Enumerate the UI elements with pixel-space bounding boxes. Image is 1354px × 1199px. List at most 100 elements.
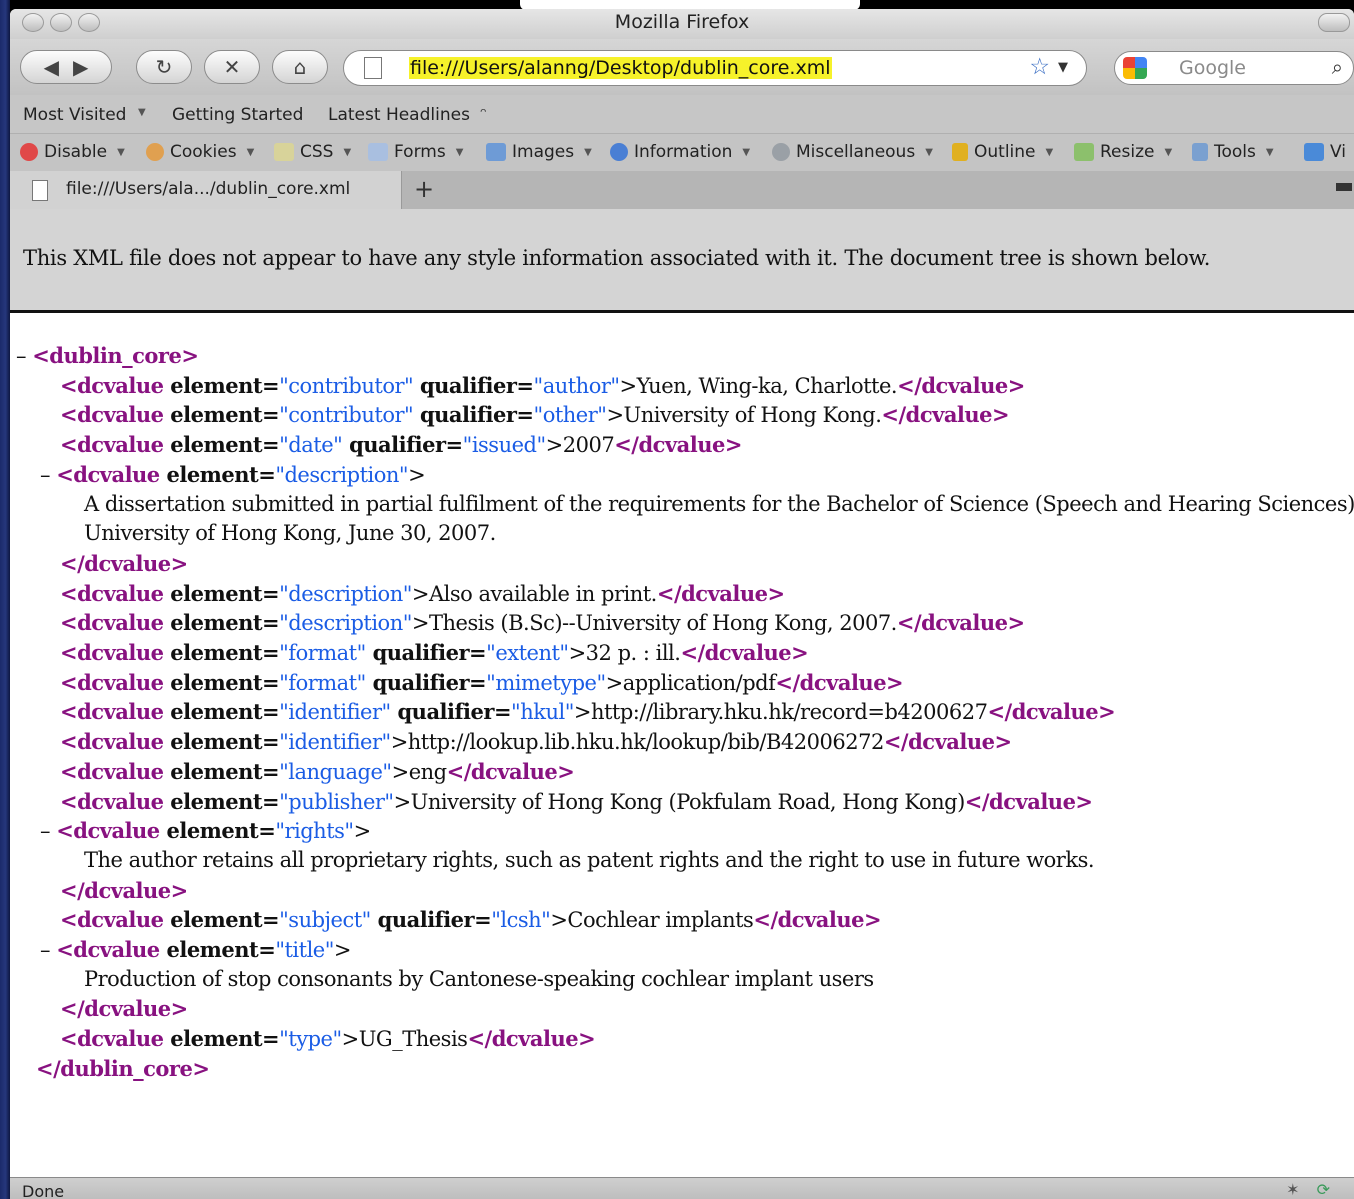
wd-cookies[interactable]: Cookies ▼ (146, 142, 254, 162)
xml-attr-value: "mimetype" (486, 670, 606, 695)
xml-attr-value: "contributor" (279, 373, 414, 398)
wd-forms[interactable]: Forms ▼ (368, 142, 463, 162)
wd-outline[interactable]: Outline ▼ (952, 142, 1053, 162)
wd-disable[interactable]: Disable ▼ (20, 142, 125, 162)
zoom-window-button[interactable] (78, 13, 100, 32)
xml-tag: <dcvalue (56, 818, 160, 844)
xml-attr-name: element= (163, 432, 280, 458)
xml-text: > (408, 462, 426, 487)
bookmark-latest-headlines[interactable]: Latest Headlines (328, 105, 470, 125)
wd-cookies-label: Cookies (170, 142, 237, 162)
xml-tag: </dcvalue> (60, 550, 188, 576)
xml-element-line: <dcvalue element="format" qualifier="mim… (60, 669, 904, 695)
minimize-window-button[interactable] (50, 13, 72, 32)
xml-text: >application/pdf (605, 670, 776, 695)
chevron-down-icon: ▼ (1265, 146, 1274, 158)
bookmark-getting-started[interactable]: Getting Started (172, 105, 303, 125)
xml-tag: </dcvalue> (467, 1026, 596, 1052)
xml-text-line: A dissertation submitted in partial fulf… (84, 492, 1354, 516)
xml-tag: <dublin_core> (32, 343, 199, 368)
xml-text-line: University of Hong Kong, June 30, 2007. (84, 521, 496, 545)
wd-resize[interactable]: Resize ▼ (1074, 142, 1172, 162)
xml-attr-value: "type" (279, 1027, 342, 1052)
xml-attr-name: qualifier= (365, 669, 487, 695)
wd-css[interactable]: CSS ▼ (274, 142, 351, 162)
xml-text: >University of Hong Kong (Pokfulam Road,… (393, 789, 966, 814)
xml-tag: <dcvalue (60, 640, 164, 665)
xml-attr-name: qualifier= (342, 432, 463, 458)
search-input[interactable]: Google (1179, 57, 1246, 79)
xml-root-close: </dublin_core> (36, 1056, 210, 1081)
sync-icon[interactable]: ⟳ (1317, 1180, 1330, 1199)
xml-attr-value: "issued" (462, 433, 546, 458)
xml-tag: </dcvalue> (60, 877, 188, 903)
tab-dublin-core[interactable]: file:///Users/ala.../dublin_core.xml (10, 171, 402, 209)
collapse-toggle[interactable]: – (40, 938, 56, 962)
resize-icon (1074, 143, 1094, 161)
google-icon[interactable] (1123, 57, 1147, 79)
xml-tag: </dcvalue> (883, 729, 1012, 755)
xml-text: > (333, 938, 352, 962)
search-icon[interactable]: ⌕ (1332, 55, 1343, 79)
xml-attr-name: element= (163, 669, 280, 695)
outline-icon (952, 143, 968, 161)
chevron-down-icon: ▼ (1164, 146, 1173, 158)
wd-miscellaneous[interactable]: Miscellaneous ▼ (772, 142, 933, 162)
chevron-down-icon: ▼ (117, 146, 125, 158)
tab-list-icon[interactable] (1336, 183, 1352, 191)
xml-attr-name: element= (163, 1026, 280, 1052)
xml-attr-value: "format" (279, 670, 366, 695)
collapse-toggle[interactable]: – (16, 344, 32, 368)
xml-attr-value: "description" (279, 581, 412, 606)
xml-element-line: <dcvalue element="publisher">University … (60, 789, 1093, 814)
xml-attr-name: element= (163, 372, 280, 398)
xml-attr-name: qualifier= (370, 907, 492, 933)
xml-tag: <dcvalue (60, 1026, 164, 1052)
xml-tag: </dcvalue> (987, 699, 1116, 725)
toolbar-toggle-button[interactable] (1318, 13, 1350, 32)
wd-tools[interactable]: Tools ▼ (1192, 142, 1274, 162)
xml-text: Production of stop consonants by Cantone… (84, 966, 874, 991)
tab-label: file:///Users/ala.../dublin_core.xml (66, 179, 351, 199)
new-tab-button[interactable]: + (414, 175, 434, 203)
back-icon[interactable]: ◀ (44, 55, 59, 79)
stop-button[interactable]: ✕ (204, 50, 260, 84)
wd-information[interactable]: Information ▼ (610, 142, 750, 162)
search-box[interactable]: Google ⌕ (1114, 51, 1354, 85)
xml-element-line: <dcvalue element="date" qualifier="issue… (60, 432, 742, 457)
wd-disable-label: Disable (44, 142, 108, 162)
xml-tag: </dcvalue> (60, 996, 188, 1022)
reload-button[interactable]: ↻ (136, 50, 192, 84)
xml-attr-name: qualifier= (390, 699, 512, 725)
disable-icon (20, 143, 38, 161)
wd-images[interactable]: Images ▼ (486, 142, 592, 162)
home-button[interactable]: ⌂ (272, 50, 328, 84)
collapse-toggle[interactable]: – (40, 819, 56, 843)
chevron-down-icon: ▼ (246, 146, 255, 158)
browser-window: Mozilla Firefox ◀ ▶ ↻ ✕ ⌂ file:///Users/… (10, 9, 1354, 1199)
url-dropdown-icon[interactable]: ▼ (1058, 60, 1068, 75)
xml-element-line: <dcvalue element="language">eng</dcvalue… (60, 759, 575, 784)
forward-icon[interactable]: ▶ (73, 55, 88, 79)
xml-tag: </dcvalue> (656, 580, 785, 606)
chevron-down-icon: ▼ (742, 146, 751, 158)
xml-attr-name: element= (163, 640, 280, 665)
bug-icon[interactable]: ✶ (1286, 1180, 1299, 1199)
xml-element-line: <dcvalue element="subject" qualifier="lc… (60, 907, 882, 933)
xml-attr-value: "rights" (275, 819, 354, 844)
title-bar: Mozilla Firefox (10, 9, 1354, 39)
xml-attr-name: qualifier= (365, 640, 487, 665)
xml-text-line: The author retains all proprietary right… (84, 848, 1095, 872)
page-content: This XML file does not appear to have an… (10, 209, 1354, 1177)
url-input[interactable]: file:///Users/alanng/Desktop/dublin_core… (409, 57, 832, 79)
xml-attr-value: "language" (279, 759, 392, 784)
url-bar[interactable]: file:///Users/alanng/Desktop/dublin_core… (343, 50, 1087, 86)
close-window-button[interactable] (22, 13, 44, 32)
bookmark-star-icon[interactable]: ☆ (1029, 54, 1050, 80)
wd-view-source[interactable]: Vi (1304, 142, 1346, 162)
xml-attr-value: "extent" (486, 641, 569, 665)
wd-tools-label: Tools (1214, 142, 1256, 162)
collapse-toggle[interactable]: – (40, 463, 56, 487)
bookmark-most-visited[interactable]: Most Visited (23, 105, 126, 125)
xml-element-line: <dcvalue element="format" qualifier="ext… (60, 640, 809, 665)
